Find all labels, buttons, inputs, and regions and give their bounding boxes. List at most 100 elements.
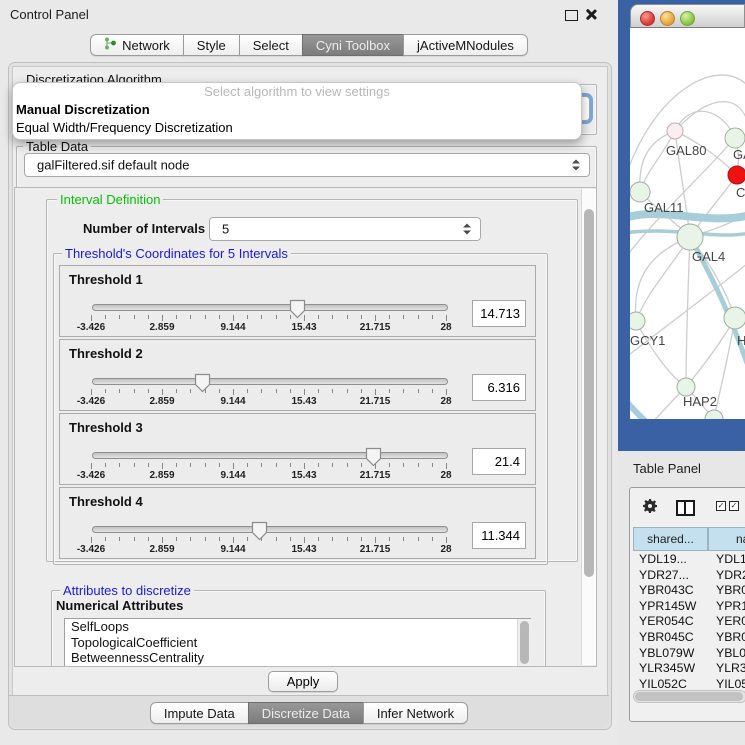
dropdown-option-equal-width-frequency[interactable]: Equal Width/Frequency Discretization [13,119,581,137]
tick-label: 9.144 [220,470,245,481]
table-hscrollbar-thumb[interactable] [635,692,743,701]
column-header-shared-name[interactable]: shared... [633,527,708,551]
tick-mark [148,389,149,393]
network-node-gal11[interactable] [630,182,650,202]
tab-label: jActiveMNodules [417,38,514,53]
slider-thumb[interactable] [251,521,268,541]
tab-discretize-data[interactable]: Discretize Data [248,702,364,724]
attribute-item-selfloops[interactable]: SelfLoops [65,619,530,635]
zoom-window-icon[interactable] [680,11,695,26]
network-edge[interactable] [686,318,735,387]
column-checkboxes-icon[interactable]: ✓ ✓ [716,501,739,511]
tick-label: 9.144 [220,396,245,407]
tab-impute-data[interactable]: Impute Data [150,702,249,724]
slider-thumb[interactable] [194,373,211,393]
network-edge[interactable] [675,102,745,131]
attribute-list-scrollbar[interactable] [517,619,531,667]
tick-label: -3.426 [77,322,105,333]
tab-jactivemnodules[interactable]: jActiveMNodules [403,34,528,56]
threshold-panel-3: Threshold 3-3.4262.8599.14415.4321.71528 [59,413,536,485]
tab-style[interactable]: Style [183,34,240,56]
tick-mark [105,315,106,319]
tab-label: Impute Data [164,706,235,721]
settings-gear-icon[interactable] [642,498,658,517]
table-row[interactable]: YBL079WYBL079W [633,646,745,662]
threshold-value-field[interactable] [472,522,526,549]
network-node-gcy1[interactable] [630,312,645,330]
cell-shared-name: YBR043C [639,583,694,599]
tick-mark [332,315,333,319]
tick-mark [134,463,135,467]
threshold-value-field[interactable] [472,448,526,475]
attribute-item-topologicalcoefficient[interactable]: TopologicalCoefficient [65,635,530,651]
tick-mark [162,463,163,469]
network-canvas[interactable]: GAL80GACGAL11GAL4GCY1HHAP2 [630,28,745,419]
tab-label: Infer Network [377,706,454,721]
network-edge[interactable] [686,237,690,387]
network-node-h[interactable] [724,307,745,329]
numerical-attributes-list[interactable]: SelfLoopsTopologicalCoefficientBetweenne… [64,618,531,667]
network-node-gal4[interactable] [677,224,703,250]
table-row[interactable]: YDL19...YDL19... [633,552,745,568]
threshold-value-field[interactable] [472,374,526,401]
tab-label: Network [122,38,170,53]
table-row[interactable]: YDR27...YDR27... [633,568,745,584]
tick-label: -3.426 [77,470,105,481]
attribute-list-scrollbar-thumb[interactable] [520,621,529,664]
table-row[interactable]: YBR045CYBR045C [633,630,745,646]
tab-infer-network[interactable]: Infer Network [363,702,468,724]
threshold-value-field[interactable] [472,300,526,327]
attribute-item-betweennesscentrality[interactable]: BetweennessCentrality [65,650,530,666]
tick-mark [332,389,333,393]
tick-mark [105,537,106,541]
table-row[interactable]: YBR043CYBR043C [633,583,745,599]
table-row[interactable]: YLR345WYLR345W [633,661,745,677]
node-label: H [737,333,745,348]
tick-label: 15.43 [291,544,316,555]
tick-label: 15.43 [291,470,316,481]
tick-label: 28 [440,470,451,481]
network-edge[interactable] [636,237,690,321]
slider-track[interactable] [92,526,448,533]
slider-thumb[interactable] [365,447,382,467]
screen: Control Panel NetworkStyleSelectCyni Too… [0,0,745,745]
minimize-window-icon[interactable] [660,11,675,26]
tick-mark [119,389,120,393]
apply-button[interactable]: Apply [268,671,338,692]
tick-mark [134,537,135,541]
tab-select[interactable]: Select [239,34,303,56]
tick-mark [134,389,135,393]
settings-scrollbar-thumb[interactable] [584,209,594,577]
threshold-label: Threshold 1 [69,272,143,287]
network-edge[interactable] [714,318,735,419]
cell-shared-name: YLR345W [639,661,695,677]
float-panel-icon[interactable] [565,10,578,21]
checkbox-icon: ✓ [729,501,739,511]
network-node-ga[interactable] [725,128,745,148]
table-row[interactable]: YPR145WYPR145W [633,599,745,615]
table-horizontal-scrollbar[interactable] [633,690,745,703]
table-row[interactable]: YER054CYER054C [633,614,745,630]
slider-track[interactable] [92,452,448,459]
tick-mark [233,315,234,321]
close-icon[interactable] [584,8,597,21]
dropdown-option-manual-discretization[interactable]: Manual Discretization [13,101,581,119]
tab-network[interactable]: Network [90,34,184,56]
cell-name: YIL052C [716,677,745,689]
tick-mark [318,463,319,467]
tick-mark [190,315,191,319]
settings-vertical-scrollbar[interactable] [581,189,596,665]
slider-track[interactable] [92,304,448,311]
tab-cyni-toolbox[interactable]: Cyni Toolbox [302,34,404,56]
network-node-gal80[interactable] [667,123,683,139]
table-row[interactable]: YIL052CYIL052C [633,677,745,689]
tick-mark [247,389,248,393]
split-columns-icon[interactable] [676,500,695,516]
table-data-combobox[interactable]: galFiltered.sif default node [24,153,590,177]
column-header-name[interactable]: name [708,527,745,551]
slider-thumb[interactable] [289,299,306,319]
tick-mark [290,389,291,393]
slider-track[interactable] [92,378,448,385]
close-window-icon[interactable] [640,11,655,26]
network-node-c[interactable] [728,166,745,184]
